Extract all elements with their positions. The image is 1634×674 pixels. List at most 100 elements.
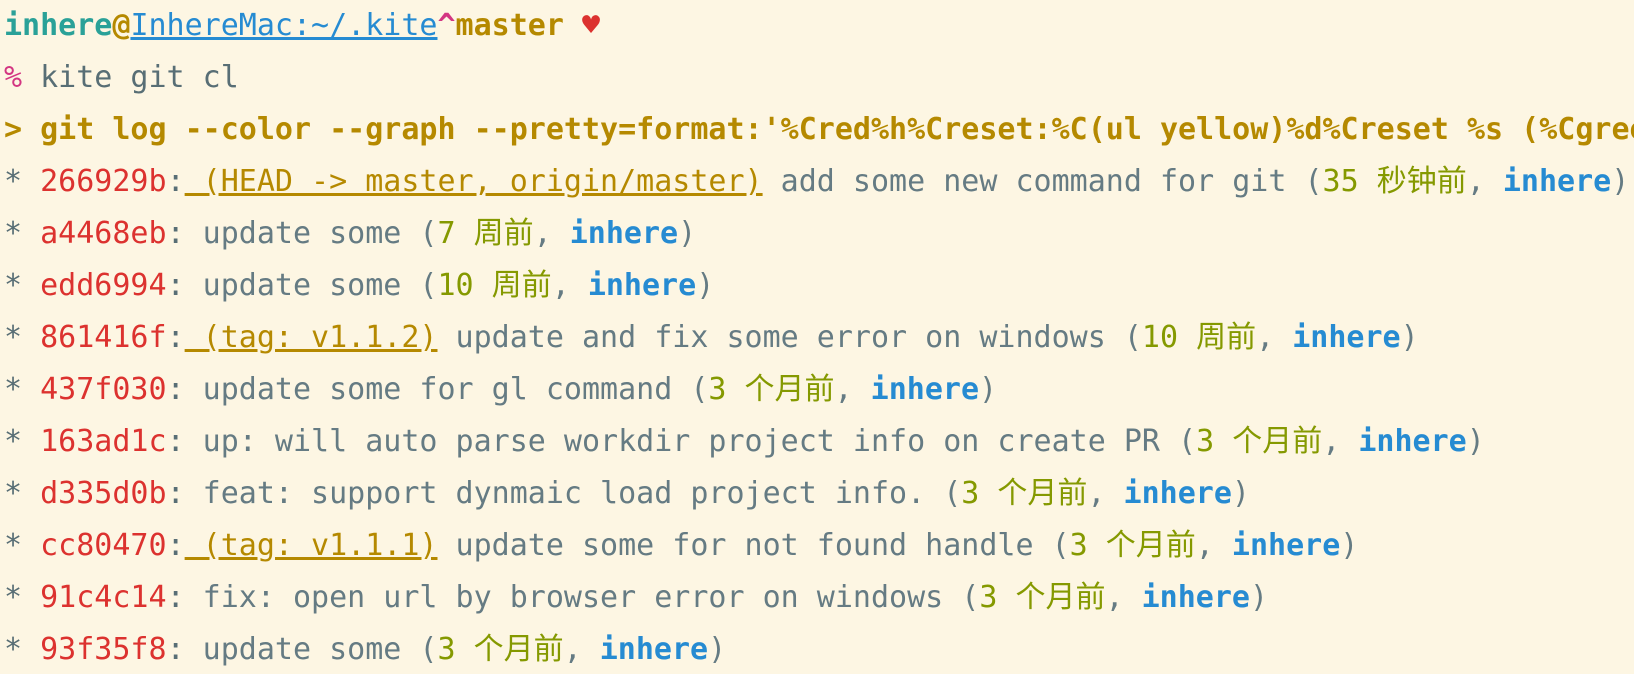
hash-colon: : — [166, 216, 185, 251]
commit-refs: (tag: v1.1.2) — [184, 320, 438, 355]
graph-star: * — [4, 164, 41, 199]
time-separator: , — [1256, 320, 1293, 355]
commit-author: inhere — [870, 372, 980, 407]
commit-hash: a4468eb — [40, 216, 167, 251]
commit-refs: (tag: v1.1.1) — [184, 528, 438, 563]
commit-author: inhere — [599, 632, 709, 667]
hash-colon: : — [166, 476, 185, 511]
time-separator: , — [1195, 528, 1232, 563]
prompt-host-path[interactable]: InhereMac:~/.kite — [130, 8, 437, 43]
commit-author: inhere — [1358, 424, 1467, 459]
prompt-at: @ — [112, 8, 131, 43]
log-entry: * 266929b: (HEAD -> master, origin/maste… — [0, 156, 1634, 208]
commit-author: inhere — [1502, 164, 1612, 199]
time-separator: , — [834, 372, 871, 407]
expanded-command-line: > git log --color --graph --pretty=forma… — [0, 104, 1634, 156]
log-entry: * 93f35f8: update some (3 个月前, inhere) — [0, 624, 1634, 674]
commit-time: 3 个月前 — [1069, 528, 1196, 563]
graph-star: * — [4, 216, 41, 251]
hash-colon: : — [166, 268, 185, 303]
commit-time: 3 个月前 — [961, 476, 1088, 511]
commit-subject: fix: open url by browser error on window… — [184, 580, 980, 615]
commit-time: 10 周前 — [1141, 320, 1257, 355]
expanded-command-text: > git log --color --graph --pretty=forma… — [4, 112, 1634, 147]
commit-time: 35 秒钟前 — [1322, 164, 1467, 199]
time-separator: , — [1105, 580, 1142, 615]
prompt-branch: master — [455, 8, 564, 43]
graph-star: * — [4, 476, 41, 511]
log-entry: * d335d0b: feat: support dynmaic load pr… — [0, 468, 1634, 520]
hash-colon: : — [166, 528, 185, 563]
commit-author: inhere — [1123, 476, 1232, 511]
commit-hash: 93f35f8 — [40, 632, 167, 667]
close-paren: ) — [678, 216, 697, 251]
commit-time: 3 个月前 — [437, 632, 564, 667]
graph-star: * — [4, 372, 41, 407]
commit-hash: edd6994 — [40, 268, 167, 303]
time-separator: , — [563, 632, 600, 667]
hash-colon: : — [166, 424, 185, 459]
hash-colon: : — [166, 164, 185, 199]
time-separator: , — [533, 216, 570, 251]
commit-hash: 266929b — [40, 164, 167, 199]
commit-time: 10 周前 — [437, 268, 552, 303]
commit-time: 3 个月前 — [708, 372, 835, 407]
commit-hash: 861416f — [40, 320, 167, 355]
commit-hash: 91c4c14 — [40, 580, 167, 615]
time-separator: , — [1087, 476, 1124, 511]
commit-author: inhere — [1292, 320, 1401, 355]
close-paren: ) — [708, 632, 727, 667]
close-paren: ) — [1400, 320, 1419, 355]
commit-hash: cc80470 — [40, 528, 167, 563]
graph-star: * — [4, 268, 41, 303]
heart-icon: ♥ — [581, 8, 601, 43]
log-entry: * a4468eb: update some (7 周前, inhere) — [0, 208, 1634, 260]
commit-time: 3 个月前 — [979, 580, 1106, 615]
commit-refs: (HEAD -> master, origin/master) — [184, 164, 763, 199]
commit-subject: feat: support dynmaic load project info.… — [184, 476, 962, 511]
command-text: kite git cl — [22, 60, 239, 95]
close-paren: ) — [696, 268, 715, 303]
commit-subject: up: will auto parse workdir project info… — [184, 424, 1197, 459]
time-separator: , — [1322, 424, 1359, 459]
hash-colon: : — [166, 320, 185, 355]
terminal-window[interactable]: inhere@InhereMac:~/.kite^master ♥ % kite… — [0, 0, 1634, 674]
commit-subject: add some new command for git ( — [762, 164, 1323, 199]
graph-star: * — [4, 424, 41, 459]
commit-subject: update some ( — [184, 268, 438, 303]
log-entry: * 861416f: (tag: v1.1.2) update and fix … — [0, 312, 1634, 364]
commit-subject: update some for not found handle ( — [437, 528, 1070, 563]
close-paren: ) — [979, 372, 998, 407]
commit-hash: d335d0b — [40, 476, 167, 511]
log-entry: * 163ad1c: up: will auto parse workdir p… — [0, 416, 1634, 468]
hash-colon: : — [166, 372, 185, 407]
graph-star: * — [4, 320, 41, 355]
prompt-char: % — [4, 60, 23, 95]
log-entry: * cc80470: (tag: v1.1.1) update some for… — [0, 520, 1634, 572]
commit-subject: update some ( — [184, 216, 438, 251]
graph-star: * — [4, 632, 41, 667]
close-paren: ) — [1340, 528, 1359, 563]
commit-time: 7 周前 — [437, 216, 534, 251]
command-line[interactable]: % kite git cl — [0, 52, 1634, 104]
commit-author: inhere — [1231, 528, 1341, 563]
commit-hash: 163ad1c — [40, 424, 167, 459]
close-paren: ) — [1611, 164, 1630, 199]
commit-subject: update some for gl command ( — [184, 372, 709, 407]
commit-subject: update and fix some error on windows ( — [437, 320, 1142, 355]
log-entry: * 437f030: update some for gl command (3… — [0, 364, 1634, 416]
shell-prompt-line: inhere@InhereMac:~/.kite^master ♥ — [0, 0, 1634, 52]
commit-time: 3 个月前 — [1196, 424, 1323, 459]
commit-author: inhere — [569, 216, 679, 251]
commit-hash: 437f030 — [40, 372, 167, 407]
prompt-caret: ^ — [437, 8, 456, 43]
log-entry: * edd6994: update some (10 周前, inhere) — [0, 260, 1634, 312]
graph-star: * — [4, 528, 41, 563]
hash-colon: : — [166, 632, 185, 667]
commit-subject: update some ( — [184, 632, 438, 667]
close-paren: ) — [1466, 424, 1485, 459]
commit-author: inhere — [587, 268, 697, 303]
hash-colon: : — [166, 580, 185, 615]
close-paren: ) — [1231, 476, 1250, 511]
time-separator: , — [551, 268, 588, 303]
